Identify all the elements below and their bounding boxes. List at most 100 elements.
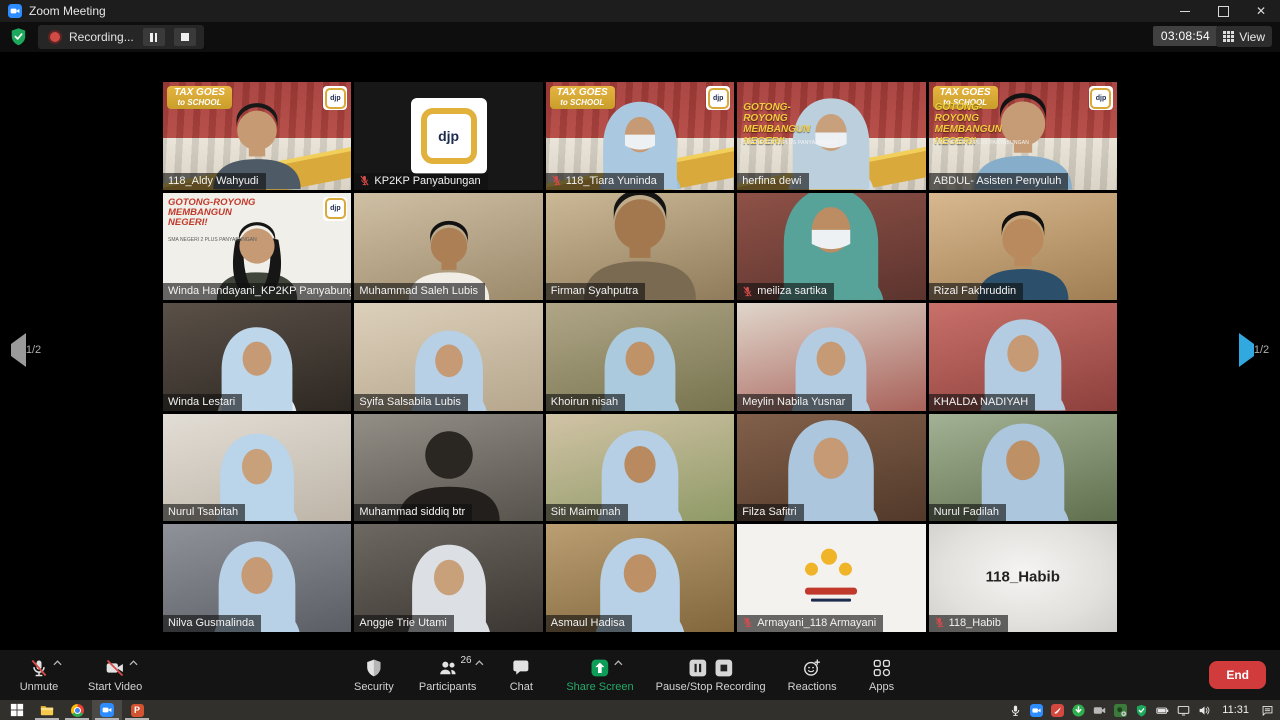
participant-name-text: Syifa Salsabila Lubis xyxy=(359,396,461,408)
tray-screen-record-icon[interactable] xyxy=(1113,703,1127,717)
tray-shield-check-icon[interactable] xyxy=(1134,703,1148,717)
minimize-icon xyxy=(1180,11,1190,12)
close-button[interactable]: ✕ xyxy=(1242,0,1280,22)
powerpoint-taskbar-icon[interactable]: P xyxy=(122,700,152,720)
chevron-up-icon[interactable] xyxy=(129,660,138,666)
pause-stop-recording-button[interactable]: Pause/Stop Recording xyxy=(652,650,770,700)
chrome-taskbar-icon[interactable] xyxy=(62,700,92,720)
apps-label: Apps xyxy=(869,682,894,693)
participant-tile[interactable]: Siti Maimunah xyxy=(546,414,734,522)
participant-tile[interactable]: TAX GOESto SCHOOLGOTONG-ROYONG MEMBANGUN… xyxy=(929,82,1117,190)
chevron-up-icon[interactable] xyxy=(475,660,484,666)
participant-tile[interactable]: Muhammad Saleh Lubis xyxy=(354,193,542,301)
tray-icons xyxy=(1008,703,1211,717)
chevron-up-icon[interactable] xyxy=(614,660,623,666)
participant-tile[interactable]: KHALDA NADIYAH xyxy=(929,303,1117,411)
djp-logo-text: djp xyxy=(421,108,477,164)
muted-mic-icon xyxy=(551,175,562,186)
participant-tile[interactable]: TAX GOESto SCHOOLdjp118_Tiara Yuninda xyxy=(546,82,734,190)
participant-tile[interactable]: Winda Lestari xyxy=(163,303,351,411)
action-center-icon[interactable] xyxy=(1260,703,1274,717)
start-taskbar-icon[interactable] xyxy=(2,700,32,720)
toolbar-center-group: Security 26 Participants Chat Share Screen Pa… xyxy=(347,650,909,700)
chat-label: Chat xyxy=(510,682,533,693)
participant-name-text: herfina dewi xyxy=(742,175,801,187)
tray-battery-icon[interactable] xyxy=(1155,703,1169,717)
stop-recording-button[interactable] xyxy=(174,28,196,46)
tray-zoom-icon[interactable] xyxy=(1029,703,1043,717)
end-meeting-button[interactable]: End xyxy=(1209,661,1266,689)
chevron-up-icon[interactable] xyxy=(53,660,62,666)
tray-display-icon[interactable] xyxy=(1176,703,1190,717)
emblem-text-bar xyxy=(811,599,851,602)
tray-red-app-icon[interactable] xyxy=(1050,703,1064,717)
pause-recording-button[interactable] xyxy=(143,28,165,46)
djp-logo-text: djp xyxy=(325,88,346,109)
share-screen-button[interactable]: Share Screen xyxy=(562,650,637,700)
participant-tile[interactable]: Nurul Fadilah xyxy=(929,414,1117,522)
chat-button[interactable]: Chat xyxy=(494,650,548,700)
previous-page-control[interactable]: 1/2 xyxy=(6,344,46,356)
meeting-timer: 03:08:54 xyxy=(1153,26,1218,46)
participant-name: Syifa Salsabila Lubis xyxy=(354,394,468,411)
participant-tile[interactable]: Muhammad siddiq btr xyxy=(354,414,542,522)
participants-button[interactable]: 26 Participants xyxy=(415,650,480,700)
meeting-security-shield-icon[interactable] xyxy=(9,27,28,46)
participant-name: 118_Aldy Wahyudi xyxy=(163,173,266,190)
participant-tile[interactable]: Filza Safitri xyxy=(737,414,925,522)
grid-view-icon xyxy=(1223,31,1234,42)
tray-green-arrow-icon[interactable] xyxy=(1071,703,1085,717)
participant-name-text: meiliza sartika xyxy=(757,285,827,297)
participants-label: Participants xyxy=(419,682,476,693)
muted-mic-icon xyxy=(742,286,753,297)
participant-tile[interactable]: Syifa Salsabila Lubis xyxy=(354,303,542,411)
participant-tile[interactable]: Khoirun nisah xyxy=(546,303,734,411)
reactions-button[interactable]: Reactions xyxy=(784,650,841,700)
file-explorer-taskbar-icon[interactable] xyxy=(32,700,62,720)
participant-tile[interactable]: Armayani_118 Armayani xyxy=(737,524,925,632)
tray-volume-icon[interactable] xyxy=(1197,703,1211,717)
tray-camera-icon[interactable] xyxy=(1092,703,1106,717)
unmute-label: Unmute xyxy=(20,682,59,693)
system-tray: 11:31 xyxy=(1008,703,1280,717)
participant-tile[interactable]: TAX GOESto SCHOOLdjp118_Aldy Wahyudi xyxy=(163,82,351,190)
participant-name: KP2KP Panyabungan xyxy=(354,173,487,190)
participant-tile[interactable]: 118_Habib118_Habib xyxy=(929,524,1117,632)
start-video-button[interactable]: Start Video xyxy=(84,650,146,700)
participant-name-text: 118_Tiara Yuninda xyxy=(566,175,657,187)
apps-icon xyxy=(872,658,892,679)
participant-tile[interactable]: Nurul Tsabitah xyxy=(163,414,351,522)
participant-name: Winda Handayani_KP2KP Panyabung... xyxy=(163,283,351,300)
banner-line1: TAX GOES xyxy=(940,88,991,99)
participant-name-text: Nurul Fadilah xyxy=(934,506,999,518)
zoom-taskbar-icon[interactable] xyxy=(92,700,122,720)
participant-tile[interactable]: djp KP2KP Panyabungan xyxy=(354,82,542,190)
participant-name-text: ABDUL- Asisten Penyuluh xyxy=(934,175,1062,187)
participant-tile[interactable]: Nilva Gusmalinda xyxy=(163,524,351,632)
security-button[interactable]: Security xyxy=(347,650,401,700)
minimize-button[interactable] xyxy=(1166,0,1204,22)
maximize-button[interactable] xyxy=(1204,0,1242,22)
participant-tile[interactable]: GOTONG-ROYONG MEMBANGUN NEGERI!SMA NEGER… xyxy=(737,82,925,190)
muted-mic-icon xyxy=(934,617,945,628)
participants-count-badge: 26 xyxy=(460,655,471,666)
unmute-button[interactable]: Unmute xyxy=(12,650,66,700)
participant-tile[interactable]: meiliza sartika xyxy=(737,193,925,301)
participant-tile[interactable]: Firman Syahputra xyxy=(546,193,734,301)
participant-tile[interactable]: GOTONG-ROYONG MEMBANGUN NEGERI!SMA NEGER… xyxy=(163,193,351,301)
view-button[interactable]: View xyxy=(1216,26,1272,47)
banner-line1: TAX GOES xyxy=(557,88,608,99)
participant-tile[interactable]: Anggie Trie Utami xyxy=(354,524,542,632)
tax-goes-to-school-banner: TAX GOESto SCHOOL xyxy=(550,86,615,109)
participant-name-text: 118_Habib xyxy=(949,617,1001,629)
apps-button[interactable]: Apps xyxy=(855,650,909,700)
participant-tile[interactable]: Asmaul Hadisa xyxy=(546,524,734,632)
participant-tile[interactable]: Rizal Fakhruddin xyxy=(929,193,1117,301)
participant-tile[interactable]: Meylin Nabila Yusnar xyxy=(737,303,925,411)
djp-logo-text: djp xyxy=(325,198,346,219)
organization-emblem xyxy=(795,547,867,605)
next-page-control[interactable]: 1/2 xyxy=(1234,344,1274,356)
motto-text-red: GOTONG-ROYONG MEMBANGUN NEGERI! xyxy=(168,198,260,229)
tray-microphone-icon[interactable] xyxy=(1008,703,1022,717)
participant-name: 118_Habib xyxy=(929,615,1008,632)
